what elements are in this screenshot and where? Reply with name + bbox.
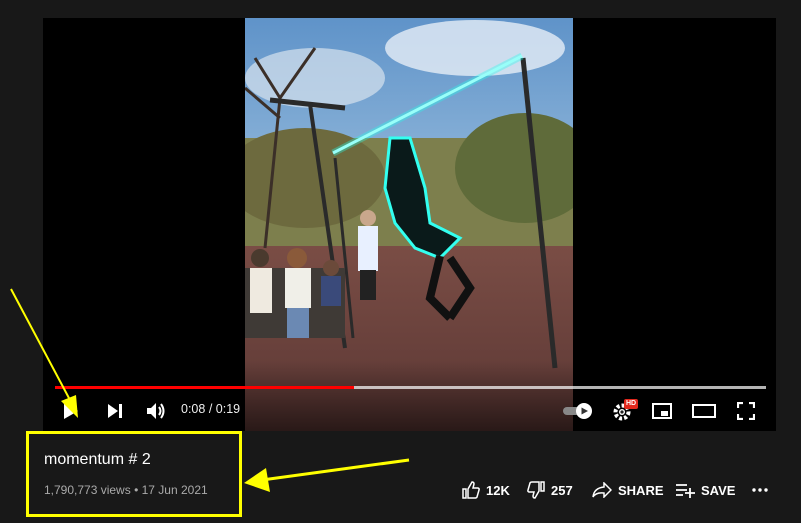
theater-icon	[692, 404, 716, 418]
progress-bar[interactable]	[55, 386, 766, 389]
hd-badge: HD	[624, 399, 639, 409]
play-icon	[64, 403, 78, 419]
total-time: 0:19	[215, 402, 241, 416]
fullscreen-icon	[737, 402, 755, 420]
youtube-watch-page: 0:08 / 0:19 HD momentum # 2 1,790,773 vi…	[0, 0, 801, 523]
time-separator: /	[205, 402, 216, 416]
thumbs-down-icon	[527, 481, 545, 499]
more-actions-button[interactable]	[749, 479, 771, 501]
autoplay-toggle-icon	[563, 403, 592, 419]
like-button[interactable]: 12K	[462, 479, 510, 501]
save-button[interactable]: SAVE	[675, 479, 735, 501]
theater-button[interactable]	[689, 400, 719, 422]
time-display: 0:08 / 0:19	[181, 402, 240, 416]
play-button[interactable]	[57, 400, 85, 422]
volume-icon	[147, 403, 165, 419]
like-count: 12K	[486, 482, 510, 498]
miniplayer-button[interactable]	[649, 400, 675, 422]
progress-played	[55, 386, 354, 389]
share-button[interactable]: SHARE	[592, 479, 664, 501]
settings-button[interactable]: HD	[609, 399, 639, 423]
annotation-highlight-box	[26, 431, 242, 517]
more-icon	[752, 488, 768, 492]
share-icon	[592, 482, 612, 498]
fullscreen-button[interactable]	[733, 400, 759, 422]
add-to-playlist-icon	[676, 484, 695, 498]
autoplay-toggle[interactable]	[561, 400, 595, 422]
thumbs-up-icon	[462, 481, 480, 499]
next-button[interactable]	[103, 400, 127, 422]
video-player[interactable]: 0:08 / 0:19 HD	[43, 18, 776, 431]
annotation-arrow-left-icon	[244, 458, 410, 492]
miniplayer-icon	[652, 403, 672, 419]
volume-button[interactable]	[143, 400, 169, 422]
dislike-button[interactable]: 257	[527, 479, 573, 501]
share-label: SHARE	[618, 482, 664, 498]
next-icon	[108, 404, 122, 418]
dislike-count: 257	[551, 482, 573, 498]
current-time: 0:08	[181, 402, 206, 416]
save-label: SAVE	[701, 482, 736, 498]
